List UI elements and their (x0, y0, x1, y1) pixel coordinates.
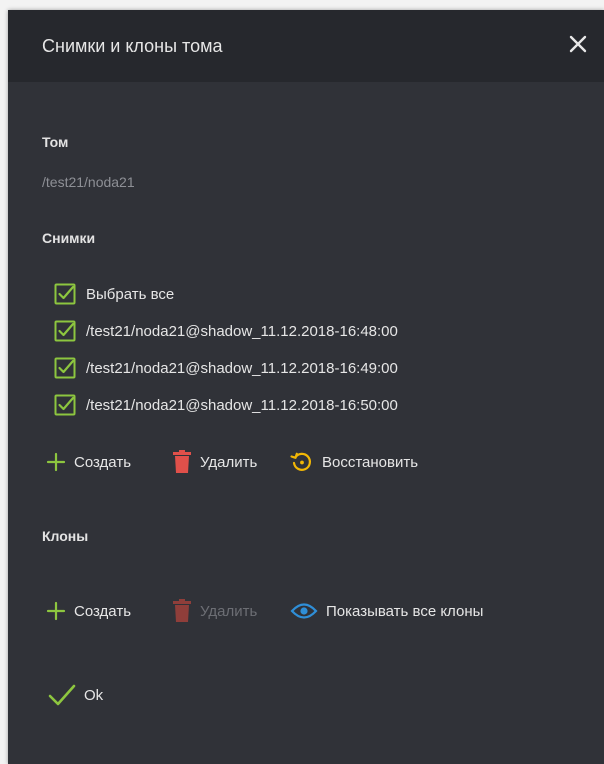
snapshots-label: Снимки (42, 230, 96, 246)
show-all-clones-button[interactable]: Показывать все клоны (290, 598, 483, 624)
snapshot-item-checkbox[interactable]: /test21/noda21@shadow_11.12.2018-16:49:0… (54, 356, 398, 380)
trash-icon (173, 450, 191, 473)
checkbox-checked-icon (54, 394, 76, 416)
dialog-title: Снимки и клоны тома (42, 35, 223, 56)
close-icon[interactable] (566, 32, 590, 56)
checkbox-checked-icon (54, 283, 76, 305)
restore-snapshot-label: Восстановить (322, 453, 419, 471)
delete-snapshot-button[interactable]: Удалить (172, 449, 257, 475)
trash-icon (173, 599, 191, 622)
snapshot-item-checkbox[interactable]: /test21/noda21@shadow_11.12.2018-16:48:0… (54, 319, 398, 343)
delete-clone-label: Удалить (200, 602, 258, 620)
eye-icon (290, 603, 318, 619)
select-all-checkbox[interactable]: Выбрать все (54, 282, 174, 306)
snapshot-item-checkbox[interactable]: /test21/noda21@shadow_11.12.2018-16:50:0… (54, 393, 398, 417)
restore-snapshot-button[interactable]: Восстановить (290, 449, 418, 475)
create-clone-button[interactable]: Создать (46, 598, 131, 624)
snapshot-item-label: /test21/noda21@shadow_11.12.2018-16:50:0… (86, 396, 398, 414)
ok-label: Ok (84, 686, 104, 704)
plus-icon (46, 601, 66, 621)
create-clone-label: Создать (74, 602, 132, 620)
checkbox-checked-icon (54, 320, 76, 342)
restore-icon (290, 452, 311, 471)
plus-icon (46, 452, 66, 472)
show-all-clones-label: Показывать все клоны (326, 602, 484, 620)
checkmark-icon (48, 684, 76, 706)
snapshot-item-label: /test21/noda21@shadow_11.12.2018-16:48:0… (86, 322, 398, 340)
select-all-label: Выбрать все (86, 285, 175, 303)
create-snapshot-button[interactable]: Создать (46, 449, 131, 475)
delete-snapshot-label: Удалить (200, 453, 258, 471)
volume-label: Том (42, 134, 69, 150)
snapshot-item-label: /test21/noda21@shadow_11.12.2018-16:49:0… (86, 359, 398, 377)
dialog-header: Снимки и клоны тома (8, 10, 604, 82)
create-snapshot-label: Создать (74, 453, 132, 471)
snapshots-clones-dialog: Снимки и клоны тома Том /test21/noda21 С… (8, 10, 604, 764)
checkbox-checked-icon (54, 357, 76, 379)
clones-label: Клоны (42, 528, 89, 544)
ok-button[interactable]: Ok (48, 682, 103, 708)
delete-clone-button[interactable]: Удалить (172, 598, 257, 624)
volume-path: /test21/noda21 (42, 174, 135, 190)
